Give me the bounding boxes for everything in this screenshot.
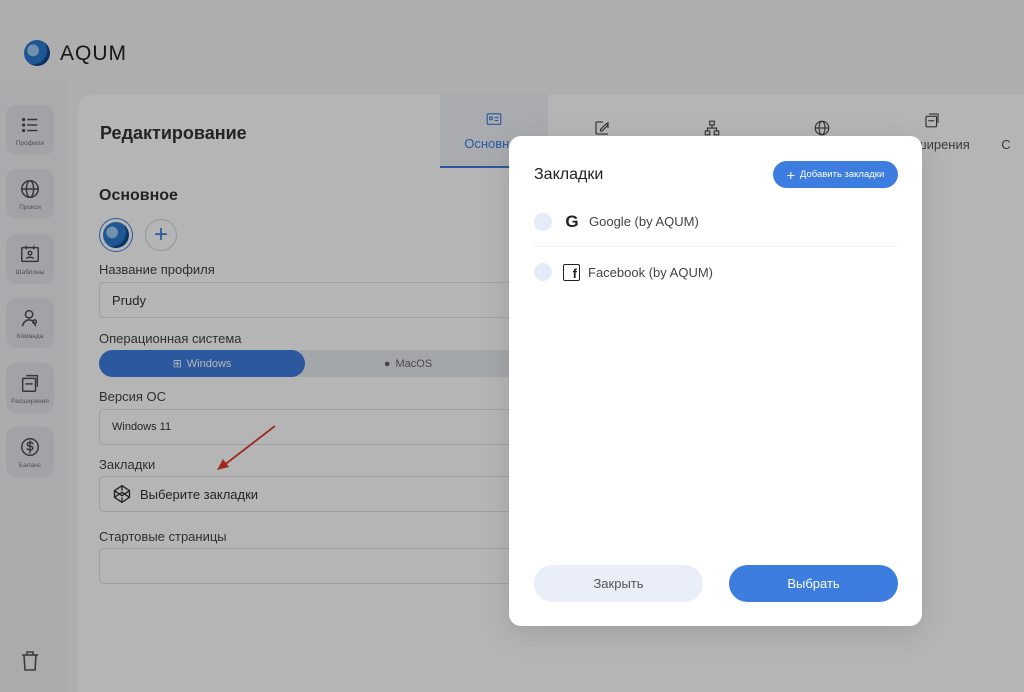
google-icon: G <box>565 211 579 231</box>
close-button[interactable]: Закрыть <box>534 565 703 602</box>
facebook-icon: f <box>563 263 580 281</box>
bookmark-radio[interactable] <box>534 212 552 231</box>
add-bookmarks-button[interactable]: + Добавить закладки <box>773 161 898 188</box>
bookmark-label: Facebook (by AQUM) <box>588 264 713 280</box>
add-bookmarks-label: Добавить закладки <box>799 169 885 180</box>
bookmark-item-facebook[interactable]: f Facebook (by AQUM) <box>534 247 897 297</box>
bookmark-label: Google (by AQUM) <box>589 214 699 229</box>
bookmark-radio[interactable] <box>534 263 552 281</box>
plus-icon: + <box>786 166 795 183</box>
modal-title: Закладки <box>534 166 604 183</box>
bookmarks-modal: Закладки + Добавить закладки G Google (b… <box>509 136 922 626</box>
bookmark-item-google[interactable]: G Google (by AQUM) <box>534 197 897 247</box>
select-button[interactable]: Выбрать <box>729 565 898 602</box>
